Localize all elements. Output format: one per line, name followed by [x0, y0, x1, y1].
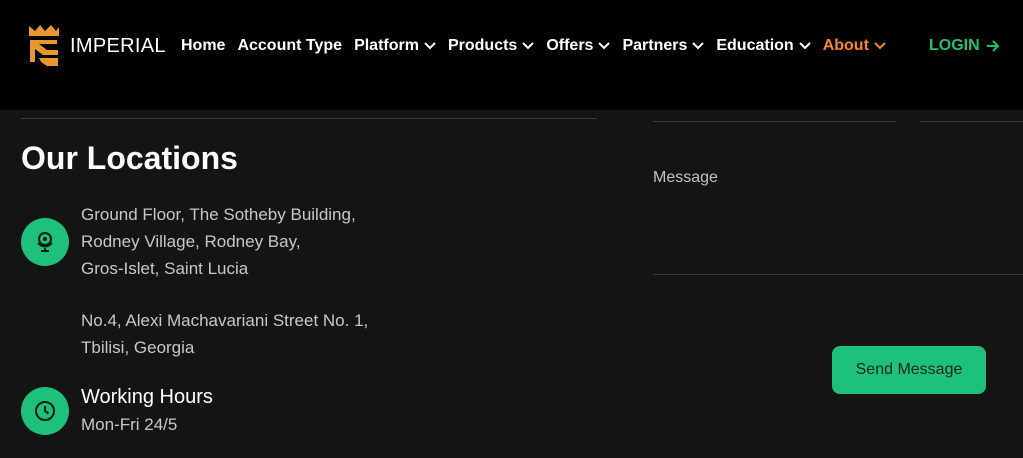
nav-item-offers[interactable]: Offers	[546, 37, 611, 55]
nav-item-label: Home	[181, 37, 226, 54]
globe-pin-icon	[37, 232, 53, 252]
nav-item-label: Education	[716, 37, 794, 54]
nav-item-label: About	[822, 37, 869, 54]
site-header: IMPERIAL Home Account Type Platform Product…	[0, 0, 1023, 110]
arrow-right-icon	[986, 40, 1000, 52]
send-message-button[interactable]: Send Message	[832, 346, 986, 394]
brand-name: IMPERIAL	[70, 34, 166, 57]
lion-crest-icon	[29, 25, 59, 66]
address-line: Gros-Islet, Saint Lucia	[81, 259, 249, 278]
clock-icon	[35, 401, 55, 421]
section-divider	[21, 118, 597, 119]
clock-icon-badge	[21, 387, 69, 435]
nav-item-about[interactable]: About	[823, 37, 886, 55]
nav-item-label: Products	[447, 37, 518, 54]
message-label: Message	[653, 169, 718, 186]
nav-item-home[interactable]: Home	[181, 37, 225, 55]
login-button[interactable]: LOGIN	[929, 37, 1000, 55]
nav-item-products[interactable]: Products	[447, 37, 535, 55]
nav-item-account-type[interactable]: Account Type	[237, 37, 342, 55]
chevron-down-icon	[522, 42, 535, 50]
form-field-underline[interactable]	[653, 121, 896, 122]
working-hours-value: Mon-Fri 24/5	[81, 415, 178, 434]
main-nav: Home Account Type Platform Products Offers Pa…	[181, 37, 898, 55]
address-line: Tbilisi, Georgia	[81, 338, 195, 357]
chevron-down-icon	[798, 42, 811, 50]
address-block-1: Ground Floor, The Sotheby Building, Rodn…	[81, 201, 356, 282]
chevron-down-icon	[598, 42, 611, 50]
address-line: No.4, Alexi Machavariani Street No. 1,	[81, 311, 369, 330]
working-hours-title: Working Hours	[81, 386, 213, 408]
nav-item-education[interactable]: Education	[716, 37, 811, 55]
nav-item-label: Offers	[546, 37, 594, 54]
nav-item-partners[interactable]: Partners	[622, 37, 705, 55]
form-field-underline[interactable]	[920, 121, 1023, 122]
location-icon-badge	[21, 218, 69, 266]
brand-logo[interactable]: IMPERIAL	[27, 24, 166, 68]
address-line: Ground Floor, The Sotheby Building,	[81, 205, 356, 224]
login-label: LOGIN	[929, 37, 980, 54]
chevron-down-icon	[874, 42, 886, 50]
message-field-underline[interactable]	[653, 274, 1023, 275]
nav-item-label: Platform	[354, 37, 419, 54]
address-block-2: No.4, Alexi Machavariani Street No. 1, T…	[81, 307, 368, 361]
locations-title: Our Locations	[21, 140, 238, 176]
nav-item-platform[interactable]: Platform	[354, 37, 436, 55]
nav-item-label: Partners	[622, 37, 688, 54]
chevron-down-icon	[424, 42, 436, 50]
address-line: Rodney Village, Rodney Bay,	[81, 232, 301, 251]
chevron-down-icon	[692, 42, 705, 50]
nav-item-label: Account Type	[237, 37, 343, 54]
